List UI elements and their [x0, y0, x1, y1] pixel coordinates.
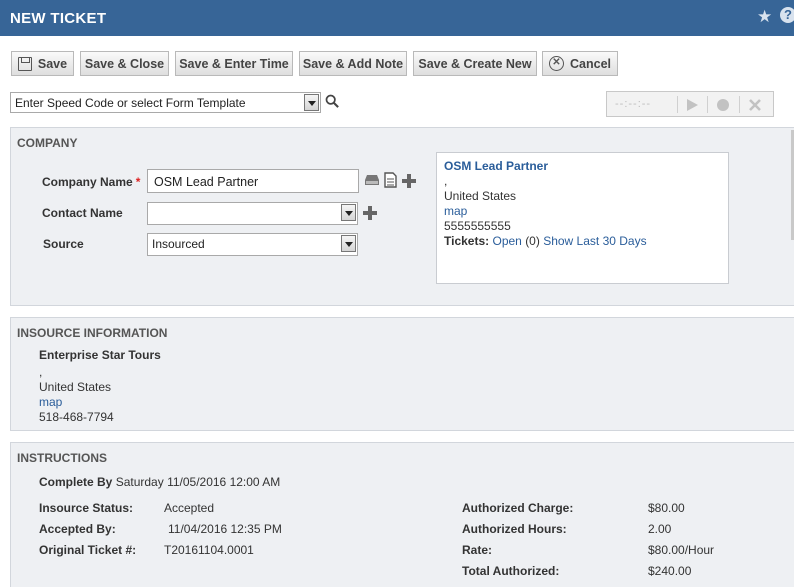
show-last-30-days-link[interactable]: Show Last 30 Days [543, 234, 646, 248]
address-line: , [444, 174, 448, 188]
cancel-icon: ✕ [549, 56, 564, 71]
floppy-disk-icon [17, 56, 32, 71]
source-label: Source [43, 237, 84, 251]
divider [677, 96, 678, 113]
company-name-field[interactable]: OSM Lead Partner [147, 169, 359, 193]
section-heading: COMPANY [17, 136, 78, 150]
save-button-label: Save [37, 56, 68, 71]
insource-name: Enterprise Star Tours [39, 348, 161, 362]
section-heading: INSOURCE INFORMATION [17, 326, 168, 340]
add-contact-icon[interactable] [362, 205, 378, 221]
tickets-row: Tickets: Open (0) Show Last 30 Days [444, 234, 728, 249]
help-icon[interactable]: ? [780, 7, 794, 23]
accepted-by-value: 11/04/2016 12:35 PM [168, 522, 282, 536]
authorized-charge-label: Authorized Charge: [462, 501, 574, 515]
total-authorized-value: $240.00 [648, 564, 692, 578]
complete-by-value: Saturday 11/05/2016 12:00 AM [115, 475, 281, 489]
original-ticket-label: Original Ticket #: [39, 543, 137, 557]
insource-status-value: Accepted [164, 501, 215, 515]
tickets-label: Tickets: [444, 234, 490, 248]
complete-by-row: Complete By Saturday 11/05/2016 12:00 AM [39, 475, 280, 489]
rate-label: Rate: [462, 543, 493, 557]
star-icon[interactable]: ★ [757, 7, 772, 27]
speed-code-select[interactable]: Enter Speed Code or select Form Template [10, 92, 321, 113]
authorized-hours-label: Authorized Hours: [462, 522, 567, 536]
save-add-note-button[interactable]: Save & Add Note [299, 51, 407, 76]
dropdown-arrow-icon[interactable] [341, 235, 356, 252]
phone: 518-468-7794 [39, 410, 114, 424]
speed-code-row: Enter Speed Code or select Form Template… [0, 91, 794, 117]
cancel-button[interactable]: ✕ Cancel [542, 51, 618, 76]
section-heading: INSTRUCTIONS [17, 451, 107, 465]
complete-by-label: Complete By [39, 475, 113, 489]
divider [739, 96, 740, 113]
map-link[interactable]: map [39, 395, 161, 410]
company-name-link[interactable]: OSM Lead Partner [444, 159, 728, 174]
page-title: NEW TICKET [10, 10, 107, 27]
save-create-new-button[interactable]: Save & Create New [413, 51, 537, 76]
dropdown-arrow-icon[interactable] [341, 204, 356, 221]
country: United States [39, 380, 112, 394]
map-link[interactable]: map [444, 204, 728, 219]
company-info-card: OSM Lead Partner , United States map 555… [436, 152, 729, 284]
rate-value: $80.00/Hour [648, 543, 715, 557]
timer-widget: --:--:-- [606, 91, 774, 117]
divider [707, 96, 708, 113]
search-icon[interactable] [325, 94, 339, 108]
speed-code-value: Enter Speed Code or select Form Template [15, 96, 246, 110]
contact-name-label: Contact Name [42, 206, 123, 220]
add-company-icon[interactable] [401, 173, 417, 189]
hard-drive-icon[interactable] [364, 174, 380, 186]
country: United States [444, 189, 517, 203]
play-icon[interactable] [685, 98, 699, 112]
insource-status-label: Insource Status: [39, 501, 134, 515]
authorized-hours-value: 2.00 [648, 522, 672, 536]
insource-section: INSOURCE INFORMATION Enterprise Star Tou… [10, 317, 794, 431]
open-count: (0) [525, 234, 540, 248]
document-icon[interactable] [384, 172, 397, 188]
timer-display: --:--:-- [615, 98, 652, 110]
insource-details: Enterprise Star Tours , United States ma… [39, 348, 161, 425]
stop-x-icon[interactable] [748, 98, 762, 112]
source-value: Insourced [152, 237, 205, 251]
original-ticket-value: T20161104.0001 [164, 543, 254, 557]
address-line: , [39, 365, 43, 379]
authorized-charge-value: $80.00 [648, 501, 685, 515]
toolbar: Save Save & Close Save & Enter Time Save… [0, 51, 794, 76]
company-name-label: Company Name * [42, 175, 141, 189]
company-section: COMPANY Company Name * OSM Lead Partner C… [10, 127, 794, 306]
instructions-section: INSTRUCTIONS Complete By Saturday 11/05/… [10, 442, 794, 587]
cancel-button-label: Cancel [570, 56, 611, 71]
title-bar: NEW TICKET ★ ? [0, 0, 794, 36]
total-authorized-label: Total Authorized: [462, 564, 560, 578]
contact-name-select[interactable] [147, 202, 358, 225]
open-tickets-link[interactable]: Open [492, 234, 521, 248]
phone: 5555555555 [444, 219, 511, 233]
save-button[interactable]: Save [11, 51, 74, 76]
save-close-button[interactable]: Save & Close [80, 51, 169, 76]
source-select[interactable]: Insourced [147, 233, 358, 256]
dropdown-arrow-icon[interactable] [304, 94, 319, 111]
save-enter-time-button[interactable]: Save & Enter Time [175, 51, 293, 76]
accepted-by-label: Accepted By: [39, 522, 116, 536]
record-icon[interactable] [716, 98, 730, 112]
